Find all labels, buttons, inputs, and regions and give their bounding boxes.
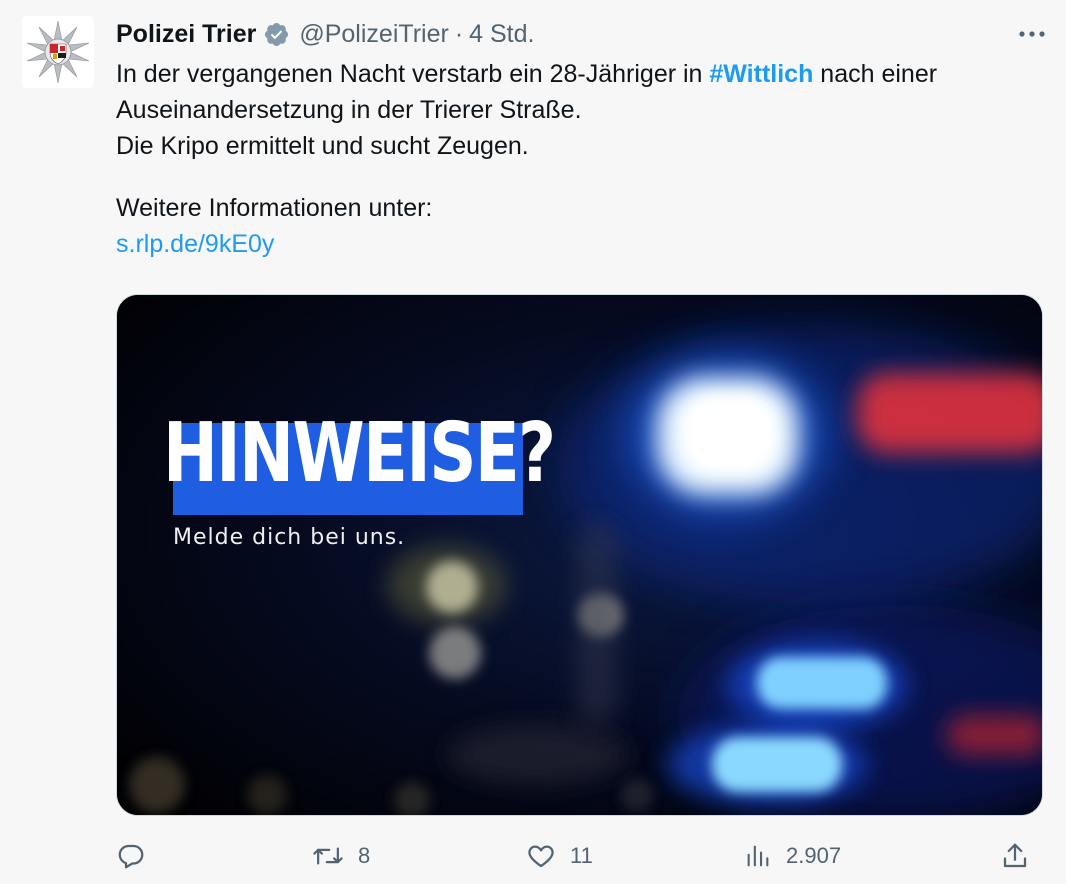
media-subline: Melde dich bei uns. [173, 525, 406, 550]
tweet-media-image[interactable]: HINWEISE? Melde dich bei uns. [116, 294, 1043, 816]
tweet-header: Polizei Trier @PolizeiTrier · 4 Std. [116, 16, 1046, 52]
header-separator: · [454, 20, 464, 48]
tweet-text-spacer [116, 164, 1046, 190]
verified-badge-icon[interactable] [263, 21, 290, 48]
tweet-text-line-4: Weitere Informationen unter: [116, 194, 433, 222]
tweet-timestamp[interactable]: 4 Std. [469, 16, 534, 52]
external-link[interactable]: s.rlp.de/9kE0y [116, 230, 274, 258]
heart-icon [526, 841, 556, 871]
views-chart-icon [744, 841, 772, 871]
tweet-text-line-2: Auseinandersetzung in der Trierer Straße… [116, 96, 582, 124]
like-button[interactable]: 11 [526, 836, 593, 876]
like-count: 11 [570, 843, 593, 868]
police-star-crest-icon [26, 20, 90, 84]
avatar[interactable] [22, 16, 94, 88]
blurred-police-lights-image [117, 295, 1042, 815]
tweet-action-bar: 8 11 2.907 [116, 836, 1046, 876]
share-button[interactable] [1000, 836, 1030, 876]
author-handle[interactable]: @PolizeiTrier [299, 16, 448, 52]
views-button[interactable]: 2.907 [744, 836, 841, 876]
views-count: 2.907 [786, 843, 842, 868]
more-icon [1019, 31, 1045, 37]
retweet-button[interactable]: 8 [312, 836, 370, 876]
tweet-text-line-1: In der vergangenen Nacht verstarb ein 28… [116, 60, 938, 88]
retweet-count: 8 [358, 843, 371, 868]
hashtag-link[interactable]: #Wittlich [709, 60, 813, 88]
more-options-button[interactable] [1006, 18, 1046, 50]
media-headline: HINWEISE? [163, 406, 556, 501]
reply-button[interactable] [116, 836, 160, 876]
retweet-icon [312, 841, 344, 871]
tweet-text-line-3: Die Kripo ermittelt und sucht Zeugen. [116, 132, 529, 160]
reply-icon [116, 841, 146, 871]
author-display-name[interactable]: Polizei Trier [116, 16, 256, 52]
share-icon [1000, 841, 1030, 871]
tweet-text: In der vergangenen Nacht verstarb ein 28… [116, 56, 1046, 262]
